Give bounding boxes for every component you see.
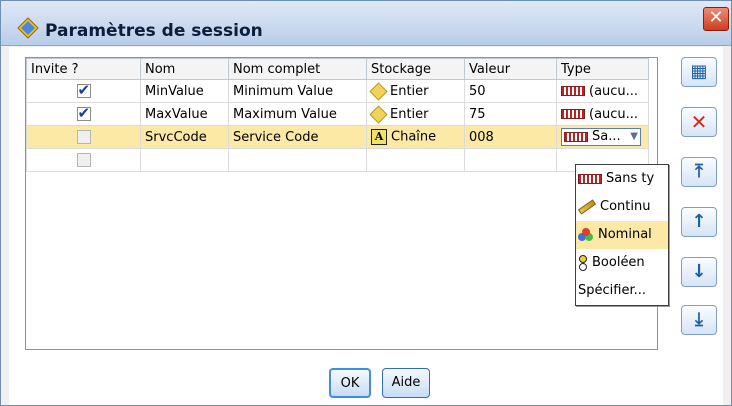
help-button[interactable]: Aide	[382, 368, 430, 398]
move-top-icon: ⤒	[695, 161, 703, 182]
dropdown-item-sans-type[interactable]: Sans ty	[576, 165, 668, 193]
cell-stockage[interactable]: A Chaîne	[366, 125, 465, 149]
dropdown-item-label: Sans ty	[606, 171, 655, 186]
type-label: (aucu...	[589, 83, 639, 99]
cell-valeur[interactable]: 008	[464, 125, 557, 149]
type-select[interactable]: Sa... ▼	[561, 128, 641, 146]
dropdown-item-label: Nominal	[598, 227, 652, 242]
cell-nom-complet[interactable]: Minimum Value	[228, 79, 367, 103]
session-parameters-dialog: Paramètres de session ✕ Invite ? Nom Nom…	[0, 0, 732, 406]
arrow-up-icon: ↑	[691, 211, 707, 232]
ok-button[interactable]: OK	[329, 368, 371, 398]
cell-valeur[interactable]	[464, 148, 557, 172]
cell-nom[interactable]	[140, 148, 229, 172]
type-label: Sa...	[592, 129, 621, 144]
cell-stockage[interactable]: Entier	[366, 79, 465, 103]
dialog-body: Invite ? Nom Nom complet Stockage Valeur…	[9, 47, 723, 405]
cell-nom-complet[interactable]	[228, 148, 367, 172]
diamond-app-icon	[17, 17, 39, 39]
dropdown-item-nominal[interactable]: Nominal	[576, 221, 668, 249]
circles-icon	[578, 227, 594, 242]
cell-valeur[interactable]: 50	[464, 79, 557, 103]
cell-type[interactable]: (aucu...	[556, 102, 649, 126]
cell-type[interactable]: (aucu...	[556, 79, 649, 103]
cell-type[interactable]: Sa... ▼	[556, 125, 649, 149]
col-valeur[interactable]: Valeur	[464, 58, 557, 80]
table-row[interactable]	[26, 148, 649, 172]
cell-stockage[interactable]	[366, 148, 465, 172]
col-invite[interactable]: Invite ?	[26, 58, 141, 80]
parameters-table: Invite ? Nom Nom complet Stockage Valeur…	[26, 58, 649, 172]
diamond-icon	[369, 104, 388, 124]
cell-nom[interactable]: SrvcCode	[140, 125, 229, 149]
delete-x-icon: ✕	[690, 110, 708, 134]
invite-checkbox[interactable]	[76, 153, 91, 167]
cell-nom-complet[interactable]: Service Code	[228, 125, 367, 149]
col-nom[interactable]: Nom	[140, 58, 229, 80]
invite-checkbox[interactable]	[76, 130, 91, 144]
dropdown-item-booleen[interactable]: Booléen	[576, 249, 668, 277]
col-stockage[interactable]: Stockage	[366, 58, 465, 80]
move-up-button[interactable]: ↑	[681, 207, 717, 237]
cell-nom[interactable]: MinValue	[140, 79, 229, 103]
cell-nom-complet[interactable]: Maximum Value	[228, 102, 367, 126]
delete-button[interactable]: ✕	[681, 107, 717, 137]
add-table-icon: ▦	[690, 61, 708, 82]
dropdown-item-continu[interactable]: Continu	[576, 193, 668, 221]
diamond-icon	[369, 81, 388, 101]
table-row[interactable]: MinValue Minimum Value Entier 50 (aucu..…	[26, 79, 649, 103]
ruler-icon	[578, 173, 602, 184]
stockage-label: Chaîne	[391, 129, 437, 145]
parameters-grid: Invite ? Nom Nom complet Stockage Valeur…	[25, 57, 669, 350]
table-row[interactable]: MaxValue Maximum Value Entier 75 (aucu..…	[26, 102, 649, 126]
dropdown-item-label: Continu	[600, 199, 651, 214]
arrow-down-icon: ↓	[691, 261, 707, 282]
col-nom-complet[interactable]: Nom complet	[228, 58, 367, 80]
window-title: Paramètres de session	[45, 21, 263, 41]
chevron-down-icon[interactable]: ▼	[630, 129, 638, 145]
invite-checkbox[interactable]	[76, 104, 91, 122]
type-label: (aucu...	[589, 106, 639, 122]
col-type[interactable]: Type	[556, 58, 649, 80]
pencil-icon	[577, 198, 597, 215]
ruler-icon	[561, 109, 585, 119]
close-button[interactable]: ✕	[703, 7, 729, 31]
type-dropdown-list: Sans ty Continu Nominal Booléen Spécifie…	[575, 164, 669, 306]
ruler-icon	[564, 131, 588, 142]
ruler-icon	[561, 86, 585, 96]
string-a-icon: A	[371, 129, 387, 145]
move-bottom-button[interactable]: ⤓	[681, 305, 717, 335]
dropdown-item-label: Booléen	[592, 255, 645, 270]
dropdown-item-specifier[interactable]: Spécifier...	[576, 277, 668, 305]
invite-checkbox[interactable]	[76, 81, 91, 99]
table-header: Invite ? Nom Nom complet Stockage Valeur…	[26, 58, 649, 80]
move-bottom-icon: ⤓	[695, 309, 703, 330]
boolean-icon	[578, 254, 588, 271]
table-row-selected[interactable]: SrvcCode Service Code A Chaîne 008 Sa... ▼	[26, 125, 649, 149]
add-parameter-button[interactable]: ▦	[681, 57, 717, 87]
move-down-button[interactable]: ↓	[681, 257, 717, 287]
close-icon: ✕	[708, 7, 724, 28]
title-bar[interactable]: Paramètres de session ✕	[1, 1, 731, 46]
cell-stockage[interactable]: Entier	[366, 102, 465, 126]
stockage-label: Entier	[390, 106, 429, 122]
cell-valeur[interactable]: 75	[464, 102, 557, 126]
cell-nom[interactable]: MaxValue	[140, 102, 229, 126]
stockage-label: Entier	[390, 83, 429, 99]
move-top-button[interactable]: ⤒	[681, 157, 717, 187]
